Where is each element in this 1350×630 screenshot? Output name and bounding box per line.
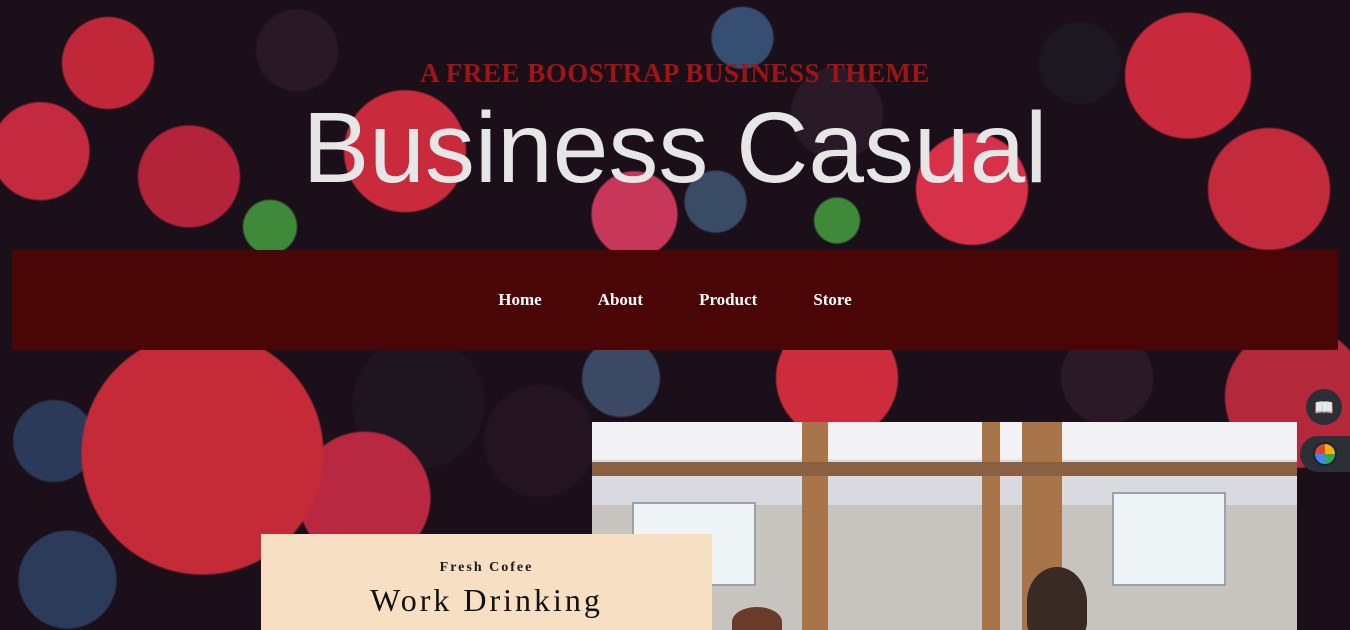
intro-subheading: Fresh Cofee: [439, 560, 534, 575]
extension-button[interactable]: [1300, 436, 1350, 472]
reader-mode-button[interactable]: 📖: [1306, 389, 1342, 425]
nav-home-link[interactable]: Home: [498, 290, 541, 310]
main-navbar: Home About Product Store: [12, 250, 1338, 350]
extension-icon: [1313, 442, 1337, 466]
reader-mode-icon: 📖: [1314, 397, 1334, 417]
nav-about-link[interactable]: About: [598, 290, 643, 310]
intro-heading: Work Drinking: [370, 582, 603, 618]
nav-store-link[interactable]: Store: [813, 290, 851, 310]
site-tagline: A FREE BOOSTRAP BUSINESS THEME: [420, 58, 930, 88]
nav-product-link[interactable]: Product: [699, 290, 757, 310]
intro-card: Fresh Cofee Work Drinking: [261, 534, 712, 630]
site-title: Business Casual: [302, 92, 1048, 204]
